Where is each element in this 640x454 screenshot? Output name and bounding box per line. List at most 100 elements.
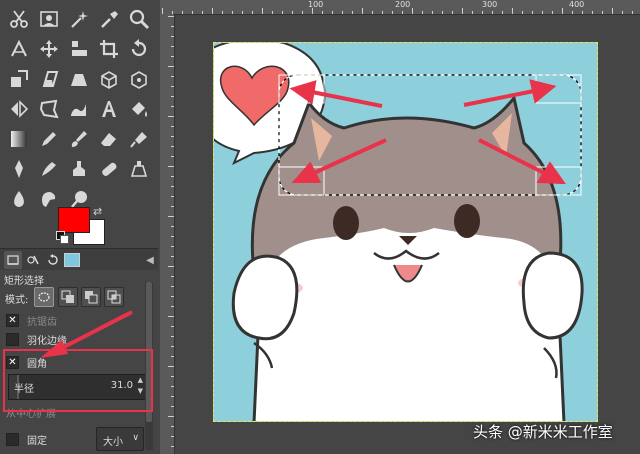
tool-mypaint-button[interactable] bbox=[36, 156, 62, 182]
tool-paintbrush-button[interactable] bbox=[66, 126, 92, 152]
fixed-checkbox[interactable] bbox=[6, 432, 19, 446]
ruler-tick bbox=[572, 11, 573, 14]
tool-blur-button[interactable] bbox=[6, 186, 32, 212]
ruler-tick bbox=[402, 11, 403, 14]
ruler-tick bbox=[262, 8, 263, 14]
ruler-tick bbox=[492, 11, 493, 14]
tool-rotate-button[interactable] bbox=[126, 36, 152, 62]
tab-tool-options[interactable] bbox=[4, 251, 22, 269]
tool-fg-select-button[interactable] bbox=[36, 6, 62, 32]
tool-zoom-button[interactable] bbox=[126, 6, 152, 32]
fixed-option[interactable]: 固定 bbox=[6, 432, 47, 447]
ruler-tick bbox=[452, 11, 453, 14]
ruler-tick bbox=[212, 8, 213, 14]
ruler-tick bbox=[522, 11, 523, 14]
color-picker-icon bbox=[101, 11, 118, 28]
ruler-tick bbox=[171, 56, 174, 57]
ruler-tick bbox=[322, 11, 323, 14]
fixed-label: 固定 bbox=[27, 435, 47, 447]
image-canvas[interactable] bbox=[213, 42, 598, 422]
horizontal-ruler[interactable]: 100 200 300 400 bbox=[160, 0, 640, 15]
ruler-tick bbox=[552, 11, 553, 14]
ruler-tick bbox=[171, 96, 174, 97]
ruler-tick bbox=[171, 396, 174, 397]
tab-device-status[interactable] bbox=[24, 251, 42, 269]
fixed-mode-select[interactable]: 大小 ∨ bbox=[96, 427, 144, 451]
tool-clone-button[interactable] bbox=[66, 156, 92, 182]
ruler-tick bbox=[242, 11, 243, 14]
ruler-tick bbox=[168, 116, 174, 117]
ruler-tick bbox=[602, 11, 603, 14]
ruler-tick bbox=[622, 11, 623, 14]
tab-images[interactable] bbox=[63, 251, 81, 269]
paintbrush-icon bbox=[71, 131, 87, 147]
vertical-ruler[interactable] bbox=[160, 14, 175, 454]
tool-bucket-button[interactable] bbox=[126, 96, 152, 122]
image-thumbnail-icon bbox=[64, 253, 80, 267]
ruler-tick bbox=[171, 236, 174, 237]
foreground-color-swatch[interactable] bbox=[58, 207, 90, 233]
fixed-mode-value: 大小 bbox=[103, 437, 123, 448]
tool-warp-button[interactable] bbox=[66, 96, 92, 122]
ruler-tick bbox=[171, 206, 174, 207]
tool-shear-button[interactable] bbox=[36, 66, 62, 92]
ruler-tick bbox=[222, 11, 223, 14]
airbrush-icon bbox=[130, 132, 147, 148]
dock-menu-icon[interactable]: ◀ bbox=[144, 251, 156, 269]
annotation-arrow-panel bbox=[40, 310, 133, 358]
tool-align-button[interactable] bbox=[66, 36, 92, 62]
ruler-tick bbox=[171, 286, 174, 287]
tool-text-button[interactable] bbox=[96, 96, 122, 122]
tool-heal-button[interactable] bbox=[96, 156, 122, 182]
tool-eraser-button[interactable] bbox=[96, 126, 122, 152]
tool-perspective-button[interactable] bbox=[66, 66, 92, 92]
ruler-tick bbox=[171, 406, 174, 407]
ruler-tick bbox=[512, 8, 513, 14]
ruler-tick bbox=[171, 86, 174, 87]
ruler-label: 200 bbox=[395, 0, 411, 9]
tool-fuzzy-button[interactable] bbox=[66, 6, 92, 32]
ruler-tick bbox=[272, 11, 273, 14]
ruler-label: 300 bbox=[482, 0, 498, 9]
tool-perspective-clone-button[interactable] bbox=[126, 156, 152, 182]
tool-color-picker-button[interactable] bbox=[96, 6, 122, 32]
swap-colors-icon[interactable]: ⇄ bbox=[93, 206, 105, 218]
crop-icon bbox=[100, 40, 118, 58]
tool-scissors-button[interactable] bbox=[6, 6, 32, 32]
scissors-icon bbox=[10, 10, 28, 28]
tool-options-title: 矩形选择 bbox=[4, 276, 44, 287]
tool-pencil-button[interactable] bbox=[36, 126, 62, 152]
bucket-fill-icon bbox=[132, 102, 147, 117]
ruler-tick bbox=[171, 256, 174, 257]
tool-gradient-button[interactable] bbox=[6, 126, 32, 152]
scale-icon bbox=[11, 70, 28, 87]
tool-crop-button[interactable] bbox=[96, 36, 122, 62]
foreground-select-icon bbox=[40, 11, 58, 27]
tool-scale-button[interactable] bbox=[6, 66, 32, 92]
dock-tabs: ◀ bbox=[0, 248, 158, 272]
ruler-tick bbox=[171, 306, 174, 307]
tool-cage-button[interactable] bbox=[36, 96, 62, 122]
ruler-tick bbox=[372, 11, 373, 14]
tool-measure-button[interactable] bbox=[6, 36, 32, 62]
ruler-tick bbox=[302, 11, 303, 14]
tool-airbrush-button[interactable] bbox=[126, 126, 152, 152]
tool-unified-transform-button[interactable] bbox=[126, 66, 152, 92]
ruler-tick bbox=[171, 296, 174, 297]
rotate-icon bbox=[131, 39, 147, 57]
reset-colors-icon[interactable] bbox=[56, 231, 69, 244]
tool-move-button[interactable] bbox=[36, 36, 62, 62]
ruler-tick bbox=[202, 11, 203, 14]
ruler-tick bbox=[171, 26, 174, 27]
ruler-tick bbox=[168, 166, 174, 167]
tool-3d-transform-button[interactable] bbox=[96, 66, 122, 92]
ruler-tick bbox=[171, 426, 174, 427]
tab-undo-history[interactable] bbox=[44, 251, 62, 269]
tool-flip-button[interactable] bbox=[6, 96, 32, 122]
tool-ink-button[interactable] bbox=[6, 156, 32, 182]
flip-icon bbox=[11, 100, 29, 118]
ruler-tick bbox=[168, 316, 174, 317]
ruler-tick bbox=[168, 16, 174, 17]
ruler-tick bbox=[171, 326, 174, 327]
ruler-tick bbox=[532, 11, 533, 14]
